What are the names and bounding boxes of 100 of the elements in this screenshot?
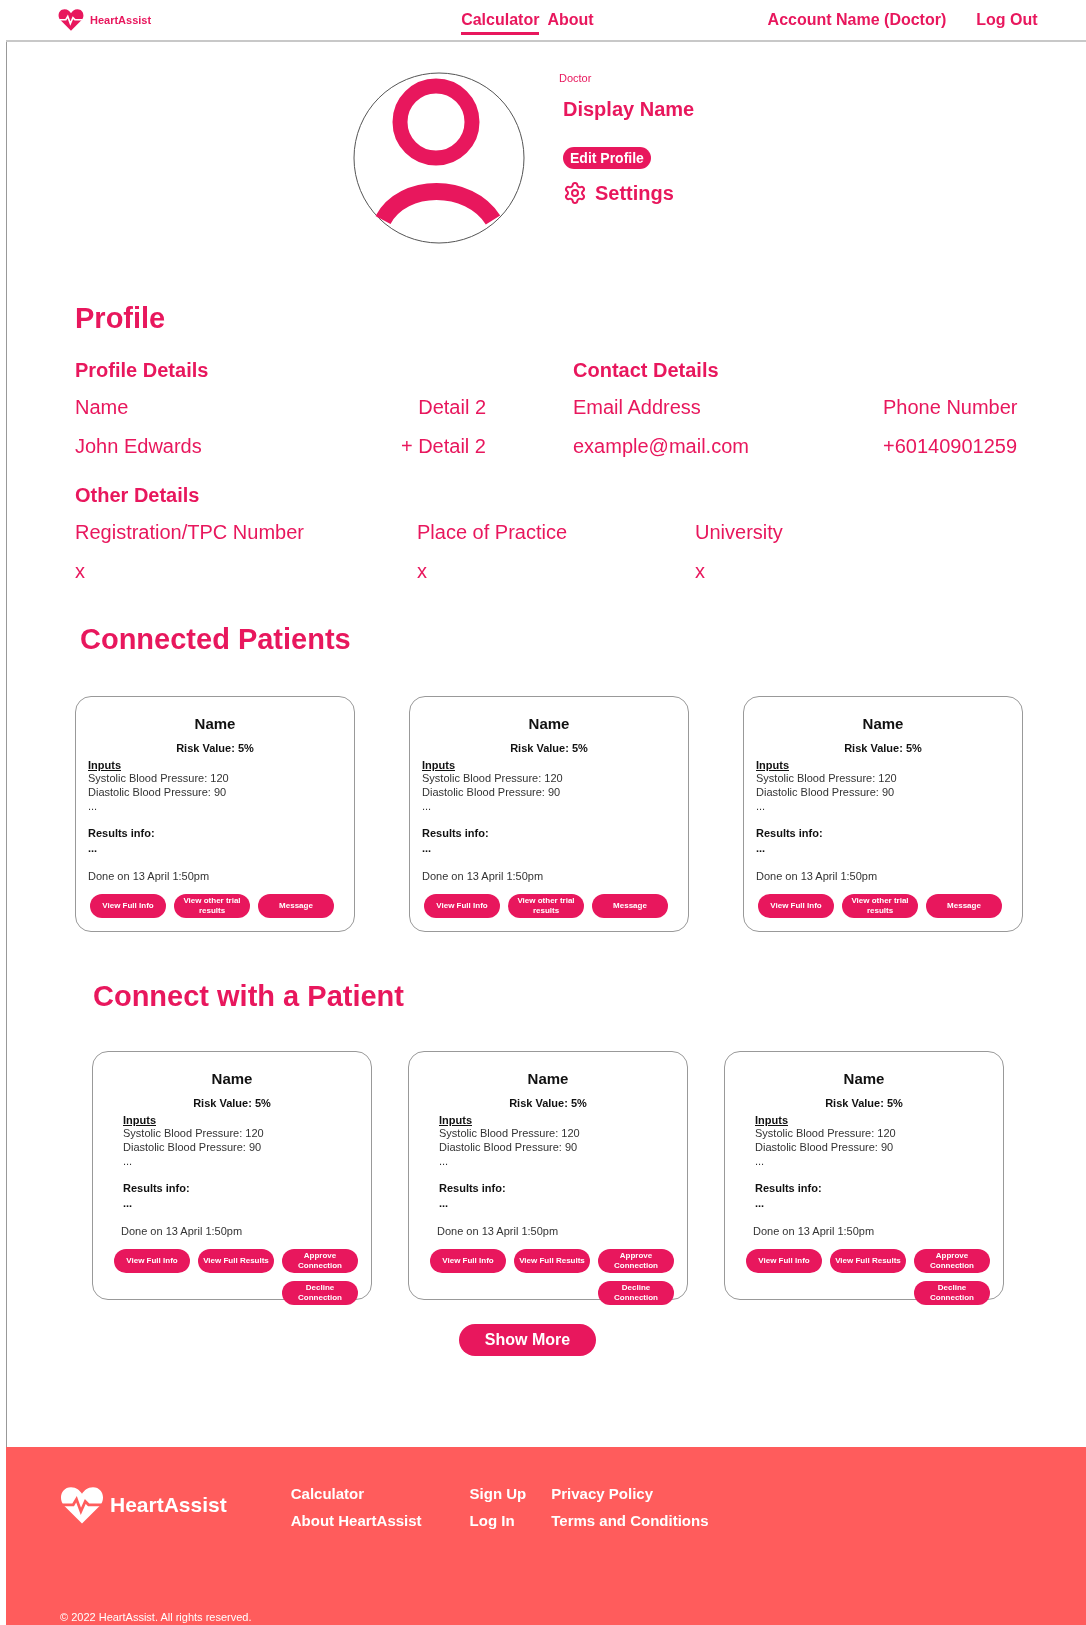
role-label: Doctor: [559, 72, 592, 84]
footer-link[interactable]: Calculator: [290, 1485, 422, 1502]
results-heading: Results info:: [123, 1182, 190, 1194]
card-button[interactable]: Message: [926, 894, 1002, 918]
field-value: + Detail 2: [400, 435, 486, 458]
done-date: Done on 13 April 1:50pm: [422, 870, 544, 882]
field-label: Detail 2: [418, 396, 486, 419]
inputs-heading: Inputs: [123, 1114, 156, 1126]
done-date: Done on 13 April 1:50pm: [88, 870, 210, 882]
card-button[interactable]: View other trial results: [174, 894, 250, 918]
card-button[interactable]: View Full Info: [424, 894, 500, 918]
card-button[interactable]: Message: [592, 894, 668, 918]
card-button[interactable]: View other trial results: [508, 894, 584, 918]
section-title: Connected Patients: [80, 623, 352, 656]
card-button[interactable]: View Full Info: [90, 894, 166, 918]
input-line: Diastolic Blood Pressure: 90: [755, 1140, 894, 1154]
inputs-heading: Inputs: [755, 1114, 788, 1126]
patient-name: Name: [527, 1070, 569, 1087]
results-value: ...: [123, 1197, 133, 1209]
inputs-heading: Inputs: [756, 759, 789, 771]
risk-value: Risk Value: 5%: [509, 1097, 587, 1109]
input-line: Diastolic Blood Pressure: 90: [422, 785, 561, 799]
edit-profile-button[interactable]: Edit Profile: [563, 147, 651, 169]
inputs-heading: Inputs: [439, 1114, 472, 1126]
input-line: ...: [755, 1154, 765, 1168]
results-heading: Results info:: [88, 827, 155, 839]
input-line: Systolic Blood Pressure: 120: [123, 1126, 264, 1140]
card-button[interactable]: View Full Info: [746, 1249, 822, 1273]
card-button[interactable]: View other trial results: [842, 894, 918, 918]
nav-link[interactable]: About: [547, 5, 594, 35]
patient-name: Name: [528, 715, 570, 732]
field-value: +60140901259: [883, 435, 1018, 458]
input-line: ...: [439, 1154, 449, 1168]
done-date: Done on 13 April 1:50pm: [437, 1225, 559, 1237]
input-line: ...: [123, 1154, 133, 1168]
risk-value: Risk Value: 5%: [176, 742, 254, 754]
card-button[interactable]: Approve Connection: [914, 1249, 990, 1273]
patient-name: Name: [194, 715, 236, 732]
input-line: Diastolic Blood Pressure: 90: [756, 785, 895, 799]
footer-link[interactable]: Privacy Policy: [551, 1485, 709, 1502]
account-link[interactable]: Account Name (Doctor): [767, 11, 947, 29]
logout-link[interactable]: Log Out: [976, 11, 1038, 29]
patient-name: Name: [211, 1070, 253, 1087]
footer-link[interactable]: Log In: [469, 1512, 527, 1529]
done-date: Done on 13 April 1:50pm: [753, 1225, 875, 1237]
input-line: Systolic Blood Pressure: 120: [422, 771, 563, 785]
field-label: Email Address: [573, 396, 701, 419]
results-value: ...: [88, 842, 98, 854]
results-heading: Results info:: [422, 827, 489, 839]
input-line: ...: [422, 799, 432, 813]
footer-link[interactable]: About HeartAssist: [290, 1512, 422, 1529]
input-line: Diastolic Blood Pressure: 90: [123, 1140, 262, 1154]
card-button[interactable]: View Full Results: [198, 1249, 274, 1273]
card-button[interactable]: Message: [258, 894, 334, 918]
input-line: ...: [756, 799, 766, 813]
results-value: ...: [755, 1197, 765, 1209]
field-label: Name: [75, 396, 129, 419]
field-value: x: [417, 560, 427, 583]
section-title: Connect with a Patient: [93, 980, 405, 1013]
risk-value: Risk Value: 5%: [844, 742, 922, 754]
field-value: John Edwards: [75, 435, 202, 458]
card-button[interactable]: Approve Connection: [282, 1249, 358, 1273]
card-button[interactable]: Decline Connection: [282, 1281, 358, 1305]
field-label: Place of Practice: [417, 521, 568, 544]
risk-value: Risk Value: 5%: [510, 742, 588, 754]
results-value: ...: [439, 1197, 449, 1209]
field-value: x: [75, 560, 85, 583]
card-button[interactable]: Decline Connection: [598, 1281, 674, 1305]
subsection-title: Other Details: [75, 484, 201, 507]
risk-value: Risk Value: 5%: [825, 1097, 903, 1109]
avatar-icon: [353, 72, 525, 244]
done-date: Done on 13 April 1:50pm: [121, 1225, 243, 1237]
patient-name: Name: [862, 715, 904, 732]
card-button[interactable]: View Full Info: [758, 894, 834, 918]
field-label: University: [695, 521, 783, 544]
input-line: ...: [88, 799, 98, 813]
settings-icon: [563, 181, 587, 205]
nav-link[interactable]: Calculator: [461, 5, 540, 35]
footer-link[interactable]: Sign Up: [469, 1485, 527, 1502]
card-button[interactable]: View Full Info: [430, 1249, 506, 1273]
subsection-title: Profile Details: [75, 359, 210, 382]
input-line: Systolic Blood Pressure: 120: [88, 771, 229, 785]
input-line: Diastolic Blood Pressure: 90: [88, 785, 227, 799]
card-button[interactable]: Approve Connection: [598, 1249, 674, 1273]
card-button[interactable]: Decline Connection: [914, 1281, 990, 1305]
show-more-button[interactable]: Show More: [458, 1324, 597, 1356]
settings-link[interactable]: Settings: [563, 181, 674, 205]
inputs-heading: Inputs: [422, 759, 455, 771]
section-title: Profile: [75, 302, 167, 335]
heart-logo-icon: [58, 8, 84, 32]
card-button[interactable]: View Full Results: [830, 1249, 906, 1273]
patient-name: Name: [843, 1070, 885, 1087]
card-button[interactable]: View Full Info: [114, 1249, 190, 1273]
card-button[interactable]: View Full Results: [514, 1249, 590, 1273]
footer-link[interactable]: Terms and Conditions: [551, 1512, 709, 1529]
input-line: Systolic Blood Pressure: 120: [756, 771, 897, 785]
results-value: ...: [422, 842, 432, 854]
done-date: Done on 13 April 1:50pm: [756, 870, 878, 882]
copyright-text: © 2022 HeartAssist. All rights reserved.: [60, 1611, 253, 1625]
risk-value: Risk Value: 5%: [193, 1097, 271, 1109]
